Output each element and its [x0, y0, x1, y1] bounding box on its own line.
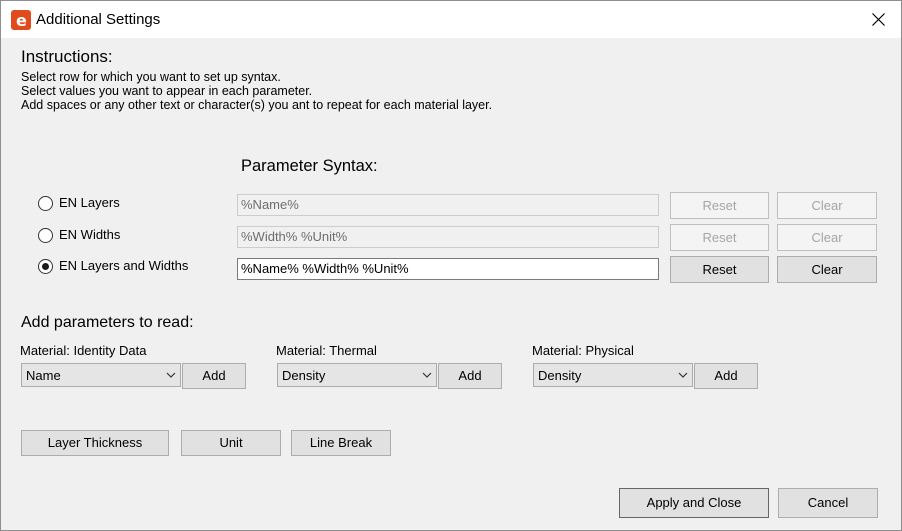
cancel-button[interactable]: Cancel [778, 488, 878, 518]
instruction-line-2: Select values you want to appear in each… [21, 84, 313, 98]
layer-thickness-button[interactable]: Layer Thickness [21, 430, 169, 456]
thermal-dropdown[interactable]: Density [277, 363, 437, 387]
close-icon [872, 13, 885, 26]
identity-data-label: Material: Identity Data [20, 343, 147, 358]
parameter-syntax-heading: Parameter Syntax: [241, 157, 378, 175]
add-parameters-heading: Add parameters to read: [21, 314, 194, 331]
identity-data-add-button[interactable]: Add [182, 363, 246, 389]
en-layers-clear-button[interactable]: Clear [777, 192, 877, 219]
chevron-down-icon [166, 372, 176, 378]
chevron-down-icon [422, 372, 432, 378]
app-logo-icon: e [11, 10, 31, 30]
en-layers-and-widths-clear-button[interactable]: Clear [777, 256, 877, 283]
instruction-line-1: Select row for which you want to set up … [21, 70, 281, 84]
en-widths-clear-button[interactable]: Clear [777, 224, 877, 251]
close-button[interactable] [857, 1, 901, 38]
en-widths-syntax-field[interactable]: %Width% %Unit% [237, 226, 659, 248]
thermal-add-button[interactable]: Add [438, 363, 502, 389]
radio-circle [38, 196, 53, 211]
en-widths-reset-button[interactable]: Reset [670, 224, 769, 251]
en-layers-reset-button[interactable]: Reset [670, 192, 769, 219]
chevron-down-icon [678, 372, 688, 378]
en-layers-and-widths-reset-button[interactable]: Reset [670, 256, 769, 283]
identity-data-dropdown[interactable]: Name [21, 363, 181, 387]
thermal-label: Material: Thermal [276, 343, 377, 358]
line-break-button[interactable]: Line Break [291, 430, 391, 456]
radio-label: EN Layers and Widths [59, 258, 189, 273]
radio-circle-selected [38, 259, 53, 274]
physical-dropdown[interactable]: Density [533, 363, 693, 387]
thermal-selected: Density [282, 368, 326, 383]
additional-settings-dialog: e Additional Settings Instructions: Sele… [0, 0, 902, 531]
physical-add-button[interactable]: Add [694, 363, 758, 389]
radio-label: EN Widths [59, 227, 121, 242]
radio-circle [38, 228, 53, 243]
radio-label: EN Layers [59, 195, 120, 210]
apply-and-close-button[interactable]: Apply and Close [619, 488, 769, 518]
physical-label: Material: Physical [532, 343, 634, 358]
physical-selected: Density [538, 368, 582, 383]
instruction-line-3: Add spaces or any other text or characte… [21, 98, 493, 112]
app-logo-letter: e [16, 11, 27, 30]
unit-button[interactable]: Unit [181, 430, 281, 456]
instructions-heading: Instructions: [21, 47, 113, 66]
identity-data-selected: Name [26, 368, 61, 383]
en-layers-and-widths-syntax-field[interactable]: %Name% %Width% %Unit% [237, 258, 659, 280]
title-bar: e Additional Settings [1, 1, 901, 38]
en-layers-syntax-field[interactable]: %Name% [237, 194, 659, 216]
window-title: Additional Settings [36, 11, 161, 28]
